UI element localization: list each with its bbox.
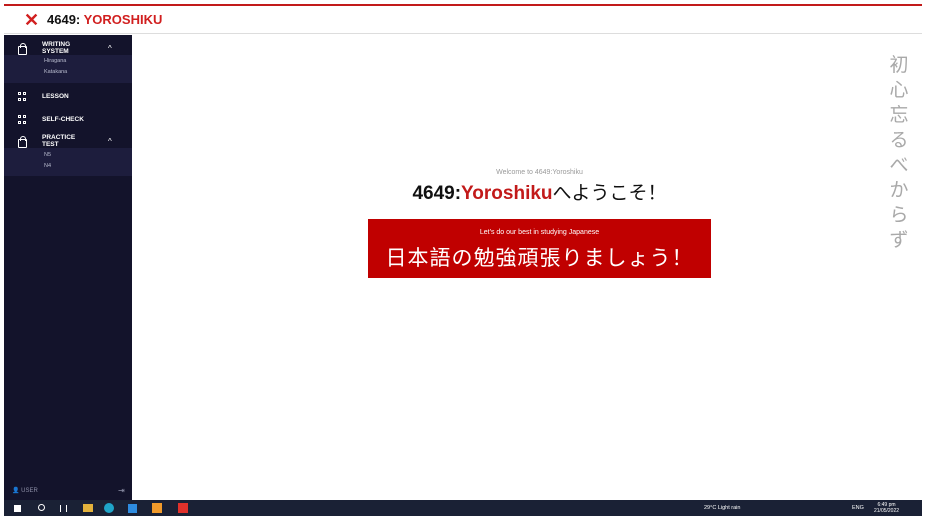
lock-icon [18, 43, 27, 55]
main-content: Welcome to 4649:Yoroshiku 4649:Yoroshiku… [132, 35, 922, 500]
search-icon[interactable] [38, 504, 45, 511]
sidebar-item-label: PRACTICE TEST [42, 134, 76, 148]
sidebar-subitem-hiragana[interactable]: Hiragana [44, 58, 66, 64]
logout-icon[interactable]: ⇥ [118, 487, 125, 495]
headline: 4649:Yoroshikuへようこそ！ [412, 183, 667, 204]
vscode-icon[interactable] [128, 504, 137, 513]
lock-icon [18, 136, 27, 148]
brand-title[interactable]: 4649: YOROSHIKU [47, 13, 162, 27]
sidebar-item-lesson[interactable]: LESSON [4, 88, 132, 110]
app-icon[interactable] [152, 503, 162, 513]
banner-title: 日本語の勉強頑張りましょう！ [385, 247, 694, 270]
welcome-text: Welcome to 4649:Yoroshiku [496, 169, 583, 176]
app-icon[interactable] [178, 503, 188, 513]
windows-start-icon[interactable] [14, 505, 21, 512]
chevron-up-icon[interactable]: ^ [108, 138, 112, 146]
vertical-motto: 初 心 忘 る べ か ら ず [889, 55, 909, 251]
chevron-up-icon[interactable]: ^ [108, 45, 112, 53]
language-indicator[interactable]: ENG [852, 500, 864, 516]
grid-icon [18, 92, 27, 101]
writing-system-submenu: Hiragana Katakana [4, 55, 132, 83]
practice-test-submenu: N5 N4 [4, 148, 132, 176]
sidebar: WRITING SYSTEM ^ Hiragana Katakana LESSON… [4, 35, 132, 500]
banner: Let's do our best in studying Japanese 日… [368, 219, 711, 278]
grid-icon [18, 115, 27, 124]
sidebar-subitem-n4[interactable]: N4 [44, 163, 51, 169]
sidebar-subitem-katakana[interactable]: Katakana [44, 69, 67, 75]
app-window: ✕ 4649: YOROSHIKU WRITING SYSTEM ^ Hiraga… [0, 0, 926, 520]
user-bar: 👤 USER ⇥ [4, 485, 132, 499]
task-view-icon[interactable] [60, 505, 67, 512]
system-tray: 29°C Light rain ENG 6:49 pm 21/05/2022 [704, 500, 922, 516]
sidebar-item-label: LESSON [42, 93, 69, 100]
sidebar-item-label: WRITING SYSTEM [42, 41, 71, 55]
brand-num: 4649: [47, 12, 81, 27]
edge-browser-icon[interactable] [104, 503, 114, 513]
user-link[interactable]: 👤 USER [12, 488, 38, 495]
file-explorer-icon[interactable] [83, 504, 93, 512]
header: ✕ 4649: YOROSHIKU [4, 6, 922, 34]
weather-widget[interactable]: 29°C Light rain [704, 500, 740, 516]
clock[interactable]: 6:49 pm 21/05/2022 [874, 502, 899, 514]
sidebar-item-self-check[interactable]: SELF-CHECK [4, 111, 132, 133]
banner-subtitle: Let's do our best in studying Japanese [479, 229, 600, 236]
sidebar-item-label: SELF-CHECK [42, 116, 84, 123]
taskbar: 29°C Light rain ENG 6:49 pm 21/05/2022 [4, 500, 922, 516]
sidebar-subitem-n5[interactable]: N5 [44, 152, 51, 158]
brand-name: YOROSHIKU [83, 12, 163, 27]
close-icon[interactable]: ✕ [24, 10, 39, 30]
